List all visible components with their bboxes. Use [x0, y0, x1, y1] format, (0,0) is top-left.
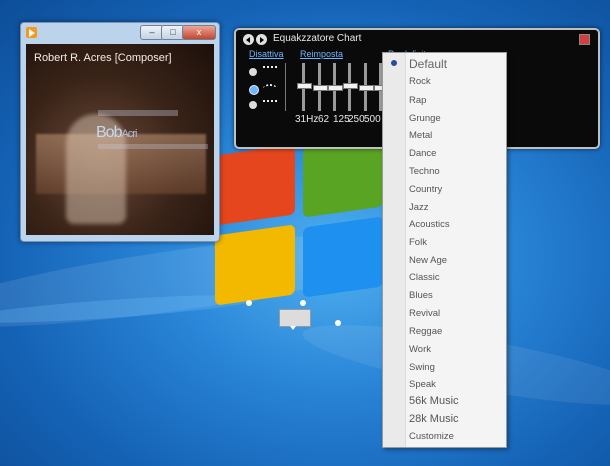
- preset-item-acoustics[interactable]: Acoustics: [409, 219, 450, 230]
- back-arrow-icon[interactable]: [243, 34, 254, 45]
- menu-gutter: [383, 53, 406, 447]
- album-title: Robert R. Acres [Composer]: [34, 52, 172, 64]
- eq-slider-knob[interactable]: [359, 85, 374, 91]
- media-player-icon: [26, 27, 37, 38]
- mode-radio-2[interactable]: [249, 85, 259, 95]
- album-art-name-acri: Acri: [121, 128, 137, 140]
- gadget-handle-arrow-icon: [290, 326, 296, 330]
- windows-logo: [215, 136, 395, 320]
- preset-item-default[interactable]: Default: [409, 57, 447, 71]
- preset-item-customize[interactable]: Customize: [409, 431, 454, 442]
- eq-slider-knob[interactable]: [343, 83, 358, 89]
- eq-slider-5[interactable]: [359, 63, 374, 111]
- preset-item-grunge[interactable]: Grunge: [409, 113, 441, 124]
- mode-radio-3[interactable]: [249, 101, 257, 109]
- preset-item-speak[interactable]: Speak: [409, 379, 436, 390]
- freq-label-500: 500: [364, 114, 381, 125]
- album-art-name: BobAcri: [96, 124, 137, 142]
- preset-item-rock[interactable]: Rock: [409, 76, 431, 87]
- close-button[interactable]: x: [182, 25, 216, 40]
- preset-item-folk[interactable]: Folk: [409, 237, 427, 248]
- player-titlebar[interactable]: – □ x: [21, 23, 219, 42]
- equalizer-title: Equakzzatore Chart: [273, 33, 362, 44]
- selected-bullet-icon: [391, 60, 397, 66]
- preset-item-reggae[interactable]: Reggae: [409, 326, 442, 337]
- mode-flat-icon: [263, 66, 277, 75]
- forward-arrow-icon[interactable]: [256, 34, 267, 45]
- mode-radio-1[interactable]: [249, 68, 257, 76]
- windows-logo-red: [215, 144, 295, 226]
- windows-logo-yellow: [215, 224, 295, 306]
- preset-item-56k-music[interactable]: 56k Music: [409, 395, 459, 407]
- close-icon[interactable]: [579, 34, 590, 45]
- preset-item-jazz[interactable]: Jazz: [409, 202, 429, 213]
- preset-item-swing[interactable]: Swing: [409, 362, 435, 373]
- album-art-name-bob: Bob: [96, 124, 122, 141]
- windows-logo-blue: [303, 216, 383, 298]
- reset-link[interactable]: Reimposta: [300, 49, 343, 59]
- preset-item-country[interactable]: Country: [409, 184, 442, 195]
- preset-item-revival[interactable]: Revival: [409, 308, 440, 319]
- preset-item-new-age[interactable]: New Age: [409, 255, 447, 266]
- eq-slider-4[interactable]: [343, 63, 358, 111]
- sparkle-icon: [335, 320, 341, 326]
- preset-item-rap[interactable]: Rap: [409, 95, 426, 106]
- gadget-handle[interactable]: [279, 309, 311, 327]
- preset-item-techno[interactable]: Techno: [409, 166, 440, 177]
- slider-scale: [285, 63, 294, 111]
- mode-curve-icon: [263, 84, 277, 93]
- eq-slider-knob[interactable]: [313, 85, 328, 91]
- eq-slider-knob[interactable]: [328, 85, 343, 91]
- album-art-caption: [98, 110, 178, 116]
- preset-dropdown-menu[interactable]: Default Rock Rap Grunge Metal Dance Tech…: [382, 52, 507, 448]
- preset-item-28k-music[interactable]: 28k Music: [409, 413, 459, 425]
- eq-slider-1[interactable]: [297, 63, 312, 111]
- eq-slider-knob[interactable]: [297, 83, 312, 89]
- album-art-caption: [98, 144, 208, 149]
- preset-item-blues[interactable]: Blues: [409, 290, 433, 301]
- preset-item-metal[interactable]: Metal: [409, 130, 432, 141]
- freq-label-250: 250: [348, 114, 365, 125]
- eq-slider-2[interactable]: [313, 63, 328, 111]
- album-art: BobAcri Robert R. Acres [Composer]: [26, 44, 214, 235]
- sparkle-icon: [246, 300, 252, 306]
- freq-label-31: 31Hz: [295, 114, 319, 125]
- eq-slider-3[interactable]: [328, 63, 343, 111]
- disable-link[interactable]: Disattiva: [249, 49, 284, 59]
- preset-item-dance[interactable]: Dance: [409, 148, 436, 159]
- mode-dotted-icon: [263, 100, 277, 109]
- freq-label-62: 62: [318, 114, 330, 125]
- preset-item-work[interactable]: Work: [409, 344, 431, 355]
- media-player-window[interactable]: – □ x BobAcri Robert R. Acres [Composer]: [20, 22, 220, 242]
- sparkle-icon: [300, 300, 306, 306]
- preset-item-classic[interactable]: Classic: [409, 272, 440, 283]
